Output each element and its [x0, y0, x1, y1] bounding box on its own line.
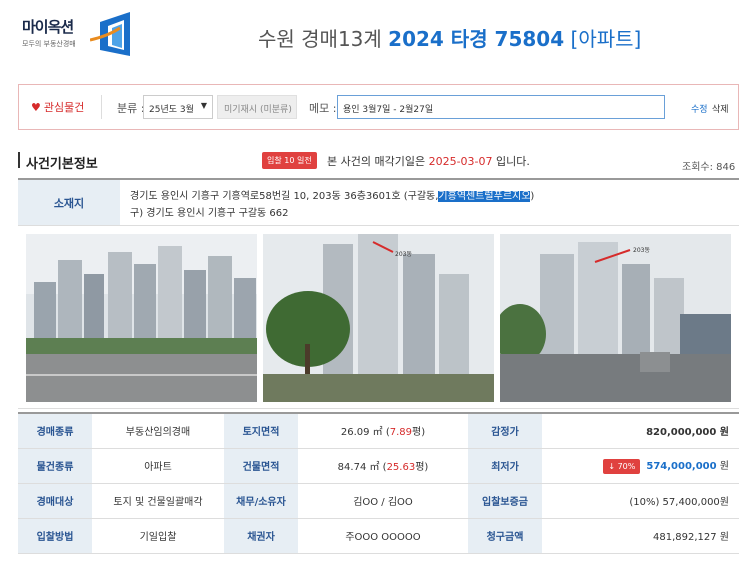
case-number: 2024 타경 75804 [388, 27, 565, 51]
photo2-building-label: 203동 [395, 251, 412, 258]
location-address: 경기도 용인시 기흥구 기흥역로58번길 10, 203동 36층3601호 (… [130, 187, 534, 202]
chevron-down-icon: ▼ [200, 101, 207, 110]
table-row: 물건종류 아파트 건물면적 84.74 ㎡ (25.63평) 최저가 ↓ 70%… [18, 448, 739, 484]
building-area-unit: 평) [415, 462, 429, 473]
bid-method-label: 입찰방법 [18, 518, 92, 554]
auction-target-label: 경매대상 [18, 483, 92, 519]
building-area-value: 84.74 ㎡ (25.63평) [298, 448, 468, 484]
section-title: 사건기본정보 [26, 157, 98, 172]
site-logo[interactable]: 마이옥션 모두의 부동산경매 [18, 10, 130, 60]
land-area-pyeong: 7.89 [389, 427, 413, 439]
logo-name: 마이옥션 [22, 18, 74, 36]
logo-mark-icon [90, 12, 130, 56]
building-area-label: 건물면적 [224, 448, 298, 484]
category-select[interactable]: 25년도 3월 ▼ [143, 95, 213, 119]
creditor-label: 채권자 [224, 518, 298, 554]
property-photo-3[interactable]: 203동 [500, 234, 731, 402]
photo3-building-label: 203동 [633, 247, 650, 254]
notice-prefix: 본 사건의 매각기일은 [327, 155, 426, 168]
view-count: 조회수: 846 [682, 162, 736, 173]
sale-date: 2025-03-07 [428, 155, 493, 168]
building-area-pyeong: 25.63 [386, 462, 416, 473]
category-value: 25년도 3월 [149, 105, 194, 115]
complex-name-link[interactable]: 기흥역센트럴푸르지오 [438, 191, 531, 202]
table-row: 입찰방법 기일입찰 채권자 주OOO OOOOO 청구금액 481,892,12… [18, 518, 739, 554]
toolbar-divider [101, 95, 102, 119]
case-info-table: 경매종류 부동산임의경매 토지면적 26.09 ㎡ (7.89평) 감정가 82… [18, 412, 739, 554]
memo-label: 메모 : [309, 102, 337, 115]
address-prefix: 경기도 용인시 기흥구 기흥역로58번길 10, 203동 36층3601호 (… [130, 191, 439, 202]
appraisal-value: 820,000,000 원 [542, 413, 739, 449]
claim-amount-label: 청구금액 [468, 518, 542, 554]
old-address: 구) 경기도 용인시 기흥구 구갈동 662 [130, 208, 289, 219]
auction-target-value: 토지 및 건물일괄매각 [92, 483, 224, 519]
deposit-value: (10%) 57,400,000원 [542, 483, 739, 519]
location-label: 소재지 [18, 180, 120, 225]
memo-toolbar: ♥ 관심물건 분류 : 25년도 3월 ▼ 미기재시 (미분류) 메모 : 용인 … [18, 84, 739, 130]
land-area-sqm: 26.09 ㎡ ( [340, 427, 390, 439]
property-type: [아파트] [570, 27, 642, 51]
notice-suffix: 입니다. [496, 155, 530, 168]
property-photo-2[interactable]: 203동 [263, 234, 494, 402]
memo-input[interactable]: 용인 3월7일 - 2월27일 [337, 95, 665, 119]
creditor-value: 주OOO OOOOO [298, 518, 468, 554]
price-drop-badge: ↓ 70% [603, 458, 641, 474]
property-kind-label: 물건종류 [18, 448, 92, 484]
land-area-unit: 평) [412, 427, 426, 439]
deposit-label: 입찰보증금 [468, 483, 542, 519]
table-row: 경매종류 부동산임의경매 토지면적 26.09 ㎡ (7.89평) 감정가 82… [18, 413, 739, 449]
land-area-label: 토지면적 [224, 413, 298, 449]
case-title: 수원 경매13계 2024 타경 75804 [아파트] [258, 23, 641, 52]
claim-amount-value: 481,892,127 원 [542, 518, 739, 554]
minimum-price-unit: 원 [719, 461, 729, 473]
property-kind-value: 아파트 [92, 448, 224, 484]
location-row: 소재지 경기도 용인시 기흥구 기흥역로58번길 10, 203동 36층360… [18, 178, 739, 226]
auction-kind-label: 경매종류 [18, 413, 92, 449]
photo-gallery: 203동 203동 [18, 226, 739, 409]
delete-button[interactable]: 삭제 [712, 102, 729, 115]
category-label: 분류 : [117, 102, 145, 115]
logo-slogan: 모두의 부동산경매 [22, 40, 76, 48]
auction-kind-value: 부동산임의경매 [92, 413, 224, 449]
minimum-price-amount: 574,000,000 [646, 461, 717, 473]
edit-button[interactable]: 수정 [691, 102, 708, 115]
debtor-owner-label: 채무/소유자 [224, 483, 298, 519]
table-row: 경매대상 토지 및 건물일괄매각 채무/소유자 김OO / 김OO 입찰보증금 … [18, 483, 739, 519]
court-name: 수원 경매13계 [258, 27, 382, 51]
favorite-button[interactable]: ♥ 관심물건 [31, 99, 84, 115]
favorite-label: 관심물건 [43, 101, 85, 114]
land-area-value: 26.09 ㎡ (7.89평) [298, 413, 468, 449]
heart-icon: ♥ [31, 101, 41, 114]
sale-date-notice: 본 사건의 매각기일은 2025-03-07 입니다. [327, 153, 530, 169]
debtor-owner-value: 김OO / 김OO [298, 483, 468, 519]
bid-method-value: 기일입찰 [92, 518, 224, 554]
days-left-badge: 입찰 10 일전 [262, 152, 317, 169]
appraisal-label: 감정가 [468, 413, 542, 449]
section-marker [18, 152, 20, 168]
unclassified-field[interactable]: 미기재시 (미분류) [217, 95, 297, 119]
address-suffix: ) [530, 191, 535, 202]
building-area-sqm: 84.74 ㎡ ( [337, 462, 387, 473]
minimum-price-value: ↓ 70% 574,000,000 원 [542, 448, 739, 484]
minimum-price-label: 최저가 [468, 448, 542, 484]
property-photo-1[interactable] [26, 234, 257, 402]
